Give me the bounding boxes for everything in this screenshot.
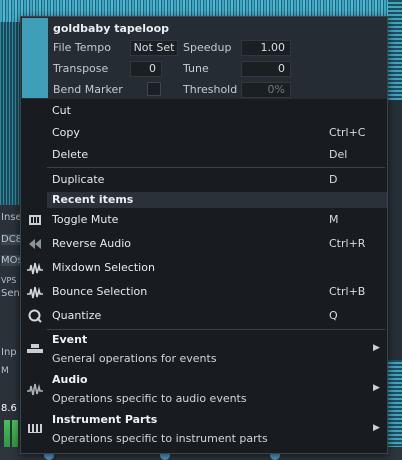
file-tempo-field[interactable]: Not Set bbox=[130, 40, 178, 56]
submenu-title: Audio bbox=[52, 373, 88, 386]
context-menu: goldbaby tapeloop File Tempo Not Set Spe… bbox=[20, 16, 388, 454]
shortcut-label: M bbox=[329, 213, 339, 226]
waveform-icon bbox=[27, 286, 43, 299]
submenu-title: Event bbox=[52, 333, 88, 346]
submenu-description: Operations specific to instrument parts bbox=[52, 432, 268, 445]
tune-field[interactable]: 0 bbox=[241, 61, 291, 77]
level-readout: 8.6 bbox=[1, 403, 17, 414]
threshold-label: Threshold bbox=[183, 83, 238, 96]
menu-item-label: Bounce Selection bbox=[52, 285, 148, 298]
menu-item-label: Reverse Audio bbox=[52, 237, 131, 250]
clip-name: goldbaby tapeloop bbox=[53, 22, 170, 35]
mute-label[interactable]: M bbox=[1, 366, 9, 376]
shortcut-label: Ctrl+R bbox=[329, 237, 366, 250]
plugin-slot-2[interactable]: MOs bbox=[1, 255, 23, 266]
recent-items-heading: Recent items bbox=[47, 192, 387, 208]
transpose-label: Transpose bbox=[53, 62, 109, 75]
reverse-icon bbox=[29, 239, 41, 249]
menu-item-label: Toggle Mute bbox=[52, 213, 119, 226]
event-icon bbox=[27, 344, 43, 353]
menu-item-quantize[interactable]: Quantize Q bbox=[21, 304, 387, 328]
speedup-field[interactable]: 1.00 bbox=[241, 40, 291, 56]
plugin-slot-1[interactable]: DC8 bbox=[1, 234, 22, 245]
menu-item-delete[interactable]: Delete Del bbox=[21, 143, 387, 167]
waveform-icon bbox=[27, 262, 43, 275]
waveform-left bbox=[0, 22, 22, 222]
bend-marker-checkbox[interactable] bbox=[147, 82, 161, 96]
waveform-right-bottom bbox=[388, 360, 402, 460]
menu-separator bbox=[47, 329, 385, 330]
menu-item-label: Mixdown Selection bbox=[52, 261, 155, 274]
menu-item-label: Copy bbox=[52, 126, 80, 139]
chevron-right-icon: ▶ bbox=[373, 423, 380, 433]
shortcut-label: Del bbox=[329, 148, 348, 161]
insert-label: Inse bbox=[1, 212, 22, 223]
submenu-description: Operations specific to audio events bbox=[52, 392, 247, 405]
menu-item-duplicate[interactable]: Duplicate D bbox=[21, 168, 387, 192]
shortcut-label: D bbox=[329, 173, 338, 186]
file-tempo-label: File Tempo bbox=[53, 41, 111, 54]
submenu-event[interactable]: Event General operations for events ▶ bbox=[21, 331, 387, 371]
bend-marker-label: Bend Marker bbox=[53, 83, 123, 96]
menu-item-copy[interactable]: Copy Ctrl+C bbox=[21, 121, 387, 145]
instrument-icon bbox=[28, 424, 42, 433]
menu-item-label: Quantize bbox=[52, 309, 102, 322]
menu-item-label: Delete bbox=[52, 148, 89, 161]
waveform-icon bbox=[27, 383, 43, 396]
submenu-description: General operations for events bbox=[52, 352, 217, 365]
recent-items-label: Recent items bbox=[52, 193, 134, 206]
quantize-icon bbox=[28, 309, 42, 323]
chevron-right-icon: ▶ bbox=[373, 343, 380, 353]
shortcut-label: Q bbox=[329, 309, 338, 322]
input-label: Inp bbox=[1, 347, 17, 358]
tune-label: Tune bbox=[183, 62, 209, 75]
chevron-right-icon: ▶ bbox=[373, 383, 380, 393]
submenu-audio[interactable]: Audio Operations specific to audio event… bbox=[21, 371, 387, 411]
menu-item-label: Cut bbox=[52, 104, 71, 117]
plugin-slot-3[interactable]: VPS bbox=[1, 276, 16, 285]
menu-item-cut[interactable]: Cut bbox=[21, 99, 387, 123]
shortcut-label: Ctrl+C bbox=[329, 126, 366, 139]
menu-item-bounce-selection[interactable]: Bounce Selection Ctrl+B bbox=[21, 280, 387, 304]
mute-icon bbox=[29, 215, 41, 225]
submenu-instrument-parts[interactable]: Instrument Parts Operations specific to … bbox=[21, 411, 387, 451]
shortcut-label: Ctrl+B bbox=[329, 285, 366, 298]
menu-item-reverse-audio[interactable]: Reverse Audio Ctrl+R bbox=[21, 232, 387, 256]
submenu-title: Instrument Parts bbox=[52, 413, 158, 426]
speedup-label: Speedup bbox=[183, 41, 232, 54]
send-label: Sen bbox=[1, 288, 20, 299]
transpose-field[interactable]: 0 bbox=[130, 61, 162, 77]
menu-item-toggle-mute[interactable]: Toggle Mute M bbox=[21, 208, 387, 232]
waveform-right-top bbox=[388, 0, 402, 100]
menu-item-mixdown-selection[interactable]: Mixdown Selection bbox=[21, 256, 387, 280]
event-inspector-header: goldbaby tapeloop File Tempo Not Set Spe… bbox=[21, 17, 387, 99]
menu-item-label: Duplicate bbox=[52, 173, 105, 186]
clip-color-swatch bbox=[22, 18, 48, 98]
threshold-field[interactable]: 0% bbox=[241, 82, 291, 98]
